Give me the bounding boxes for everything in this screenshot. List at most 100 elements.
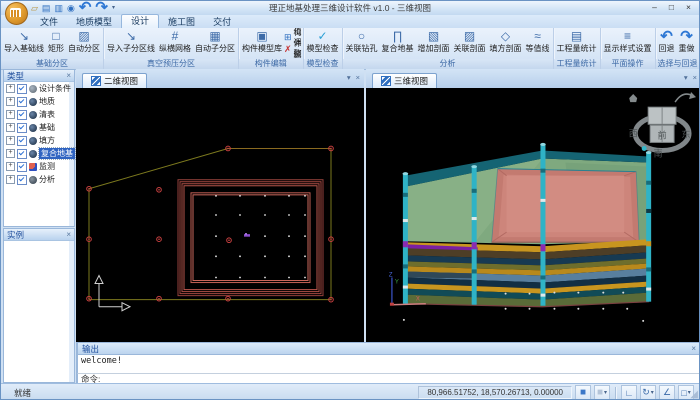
tab-design[interactable]: 设计 (121, 14, 159, 28)
link-borehole-button[interactable]: ○ 关联钻孔 (344, 29, 380, 53)
angle-snap-icon[interactable]: ∠ (659, 385, 675, 400)
link-section-button[interactable]: ▨ 关联剖面 (452, 29, 488, 53)
redo-button[interactable]: ↷ 重做 (677, 29, 697, 53)
expand-icon[interactable]: + (6, 149, 15, 158)
wire-style-icon[interactable]: ■ (594, 385, 610, 400)
group-name-component-edit: 构件编辑 (239, 59, 303, 69)
tree-item-foundation[interactable]: +基础 (4, 121, 74, 134)
auto-subzone-button[interactable]: ▦ 自动子分区 (193, 29, 237, 53)
tree-item-composite-foundation[interactable]: +复合地基 (4, 147, 74, 160)
viewport-area: 二维视图 ▾ × (76, 69, 700, 342)
tab-menu-icon[interactable]: ▾ (347, 73, 351, 82)
checkbox[interactable] (17, 123, 27, 133)
expand-icon[interactable]: + (6, 110, 15, 119)
expand-icon[interactable]: + (6, 162, 15, 171)
tree-item-analysis[interactable]: +分析 (4, 173, 74, 186)
instance-panel-close-icon[interactable]: × (66, 230, 71, 239)
component-delete-button[interactable]: ✗ 构件删除 (284, 43, 302, 55)
borehole-icon: ○ (358, 29, 365, 44)
tab-3d-view[interactable]: 三维视图 (372, 73, 437, 88)
rectangle-button[interactable]: □ 矩形 (46, 29, 66, 53)
output-panel-title: 输出 (82, 343, 99, 355)
import-foundation-line-button[interactable]: ↘ 导入基础线 (2, 29, 46, 53)
type-panel-close-icon[interactable]: × (66, 71, 71, 80)
add-section-button[interactable]: ▧ 增加剖面 (416, 29, 452, 53)
geology-model (405, 150, 649, 306)
checkbox[interactable] (17, 84, 27, 94)
output-panel-close-icon[interactable]: × (691, 344, 696, 353)
tab-close-icon[interactable]: × (693, 73, 697, 82)
group-name-quantity: 工程量统计 (554, 59, 600, 69)
expand-icon[interactable]: + (6, 136, 15, 145)
composite-foundation-button[interactable]: ∏ 复合地基 (380, 29, 416, 53)
selected-pile-marker (244, 233, 250, 237)
import-subzone-line-button[interactable]: ↘ 导入子分区线 (105, 29, 157, 53)
status-ready-text: 就绪 (14, 387, 31, 399)
save-icon[interactable]: ▥ (54, 3, 63, 13)
home-icon[interactable] (629, 94, 637, 102)
checkbox[interactable] (17, 110, 27, 120)
tab-delivery[interactable]: 交付 (204, 16, 240, 28)
tab-menu-icon[interactable]: ▾ (684, 73, 688, 82)
checkbox[interactable] (17, 175, 27, 185)
minimize-button[interactable]: – (646, 1, 663, 15)
component-library-button[interactable]: ▣ 构件模型库 (240, 29, 284, 53)
compass-west-label: 西 (629, 128, 638, 138)
auto-partition-button[interactable]: ▨ 自动分区 (66, 29, 102, 53)
ortho-mode-icon[interactable]: ∟ (621, 385, 637, 400)
polar-tracking-icon[interactable]: ↻ (640, 385, 656, 400)
boundary-node-markers (87, 146, 334, 302)
views-icon[interactable]: ▤ (42, 3, 51, 13)
fill-section-button[interactable]: ◇ 填方剖面 (488, 29, 524, 53)
app-logo-icon[interactable] (5, 2, 28, 25)
canvas-2d[interactable] (76, 88, 364, 342)
checkbox[interactable] (17, 149, 27, 159)
tree-item-clearing[interactable]: +清表 (4, 108, 74, 121)
cross-grid-button[interactable]: # 纵横网格 (157, 29, 193, 53)
expand-icon[interactable]: + (6, 84, 15, 93)
resize-grip[interactable]: ◢ (690, 390, 698, 400)
tree-item-geology[interactable]: +地质 (4, 95, 74, 108)
close-button[interactable]: × (680, 1, 697, 15)
contour-button[interactable]: ≈ 等值线 (524, 29, 552, 53)
canvas-3d[interactable]: 前 西 东 南 Z Y (366, 88, 700, 342)
tree-item-fill[interactable]: +填方 (4, 134, 74, 147)
application-window: 理正地基处理三维设计软件 v1.0 - 三维视图 ▱ ▤ ▥ ◉ ↶ ↷ ▾ –… (0, 0, 700, 400)
quantity-statistics-button[interactable]: ▤ 工程量统计 (555, 29, 599, 53)
expand-icon[interactable]: + (6, 97, 15, 106)
expand-icon[interactable]: + (6, 123, 15, 132)
tree-item-monitoring[interactable]: +监测 (4, 160, 74, 173)
fill-style-icon[interactable]: ■ (575, 385, 591, 400)
viewport-2d: 二维视图 ▾ × (76, 69, 364, 342)
view-cube[interactable]: 前 西 东 南 (629, 92, 696, 159)
grid-cells-icon: ▦ (209, 29, 220, 44)
ucs-axis-2d (95, 275, 130, 310)
tab-2d-view[interactable]: 二维视图 (82, 73, 147, 88)
open-icon[interactable]: ▱ (31, 3, 38, 13)
undo-button[interactable]: ↶ 回退 (657, 29, 677, 53)
about-icon[interactable]: ◉ (67, 3, 75, 13)
checkbox[interactable] (17, 136, 27, 146)
checkbox[interactable] (17, 162, 27, 172)
maximize-button[interactable]: □ (663, 1, 680, 15)
tab-construction-drawing[interactable]: 施工图 (159, 16, 204, 28)
tab-geology-model[interactable]: 地质模型 (67, 16, 121, 28)
ribbon-group-model-check: ✓ 模型检查 模型检查 (304, 28, 343, 69)
expand-icon[interactable]: + (6, 175, 15, 184)
delete-x-icon: ✗ (284, 44, 292, 54)
x-axis-label: X (416, 297, 420, 303)
group-name-analysis: 分析 (343, 59, 553, 69)
layer-icon (29, 137, 37, 145)
type-panel: 类型 × +设计条件 +地质 +清表 +基础 +填方 (3, 69, 75, 227)
display-style-settings-button[interactable]: ≡ 显示样式设置 (602, 29, 654, 53)
model-check-button[interactable]: ✓ 模型检查 (305, 29, 341, 53)
undo-icon[interactable]: ↶ (79, 3, 92, 13)
instance-list[interactable] (4, 241, 74, 382)
tab-close-icon[interactable]: × (356, 73, 360, 82)
qat-dropdown-icon[interactable]: ▾ (112, 3, 115, 13)
redo-icon[interactable]: ↷ (95, 3, 108, 13)
tree-item-design-conditions[interactable]: +设计条件 (4, 82, 74, 95)
checkbox[interactable] (17, 97, 27, 107)
tab-file[interactable]: 文件 (31, 16, 67, 28)
viewport-3d: 三维视图 ▾ × (366, 69, 700, 342)
